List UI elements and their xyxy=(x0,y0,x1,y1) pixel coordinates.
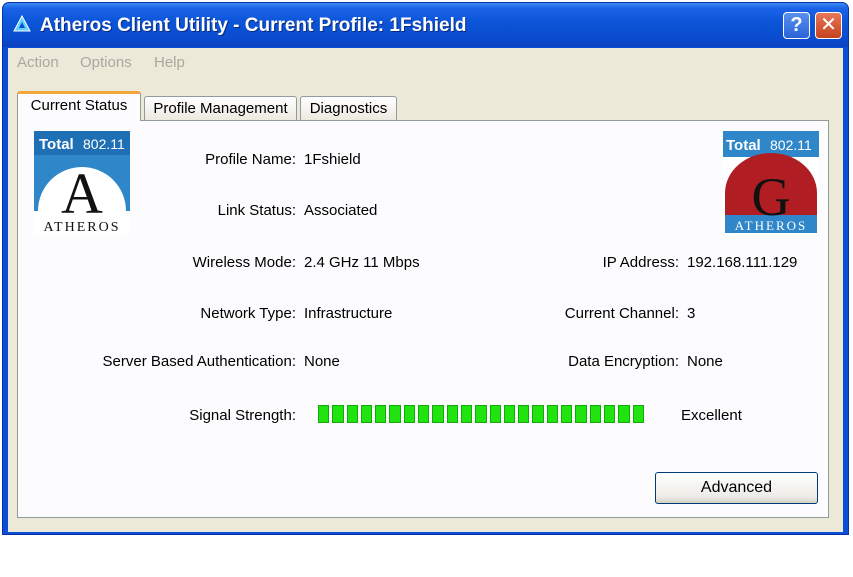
atheros-a-logo: Total 802.11 A ATHEROS xyxy=(34,131,130,235)
signal-segment xyxy=(403,405,416,423)
signal-segment xyxy=(432,405,444,423)
advanced-button[interactable]: Advanced xyxy=(655,472,818,504)
signal-segment xyxy=(332,405,344,423)
signal-segment xyxy=(546,405,559,423)
logo-left-total: Total xyxy=(39,136,74,153)
signal-segment xyxy=(561,405,573,423)
logo-left-letter: A xyxy=(61,161,103,226)
profile-name-value: 1Fshield xyxy=(304,151,361,168)
signal-segment xyxy=(360,405,373,423)
data-encryption-label: Data Encryption: xyxy=(568,353,679,370)
network-type-label: Network Type: xyxy=(200,305,296,322)
menu-options[interactable]: Options xyxy=(80,54,132,71)
signal-segment xyxy=(575,405,587,423)
link-status-value: Associated xyxy=(304,202,378,219)
signal-segment xyxy=(603,405,616,423)
server-auth-value: None xyxy=(304,353,340,370)
network-type-value: Infrastructure xyxy=(304,305,393,322)
client-area: Action Options Help Current Status Profi… xyxy=(8,48,843,532)
title-bar[interactable]: Atheros Client Utility - Current Profile… xyxy=(3,3,848,47)
help-button[interactable]: ? xyxy=(783,12,810,39)
tab-current-status[interactable]: Current Status xyxy=(17,91,141,121)
tab-diagnostics[interactable]: Diagnostics xyxy=(300,96,397,120)
wireless-mode-value: 2.4 GHz 11 Mbps xyxy=(304,254,420,271)
close-button[interactable]: ✕ xyxy=(815,12,842,39)
signal-segment xyxy=(632,405,644,423)
logo-right-standard: 802.11 xyxy=(770,137,812,153)
logo-right-brand: ATHEROS xyxy=(735,218,808,233)
signal-strength-label: Signal Strength: xyxy=(189,407,296,424)
server-auth-label: Server Based Authentication: xyxy=(102,353,296,370)
signal-segment xyxy=(475,405,487,423)
menu-bar: Action Options Help xyxy=(8,48,843,72)
signal-segment xyxy=(318,405,330,423)
signal-segment xyxy=(518,405,530,423)
signal-segment xyxy=(418,405,430,423)
logo-left-brand: ATHEROS xyxy=(43,220,120,235)
logo-right-total: Total xyxy=(726,137,761,154)
signal-segment xyxy=(346,405,358,423)
link-status-label: Link Status: xyxy=(217,202,296,219)
menu-action[interactable]: Action xyxy=(17,54,59,71)
signal-segment xyxy=(589,405,601,423)
ip-address-value: 192.168.111.129 xyxy=(687,254,798,271)
signal-segment xyxy=(446,405,458,423)
app-window: Atheros Client Utility - Current Profile… xyxy=(2,2,849,535)
logo-left-standard: 802.11 xyxy=(83,136,125,152)
window-title: Atheros Client Utility - Current Profile… xyxy=(40,15,467,36)
signal-segment xyxy=(503,405,516,423)
profile-name-label: Profile Name: xyxy=(205,151,296,168)
signal-segment xyxy=(460,405,473,423)
ip-address-label: IP Address: xyxy=(602,254,679,271)
tab-profile-management[interactable]: Profile Management xyxy=(144,96,297,120)
signal-segment xyxy=(375,405,387,423)
wireless-mode-label: Wireless Mode: xyxy=(192,254,296,271)
signal-strength-bar xyxy=(315,403,647,425)
signal-segment xyxy=(489,405,501,423)
data-encryption-value: None xyxy=(687,353,723,370)
atheros-triangle-icon xyxy=(13,15,31,32)
signal-strength-value: Excellent xyxy=(681,407,742,424)
current-channel-value: 3 xyxy=(687,305,696,322)
signal-segment xyxy=(389,405,401,423)
current-status-panel: Total 802.11 A ATHEROS Total 802.11 G AT… xyxy=(17,120,829,518)
signal-segment xyxy=(532,405,544,423)
current-channel-label: Current Channel: xyxy=(564,305,679,322)
signal-segment xyxy=(618,405,630,423)
menu-help[interactable]: Help xyxy=(154,54,185,71)
atheros-g-logo: Total 802.11 G ATHEROS xyxy=(723,131,819,235)
